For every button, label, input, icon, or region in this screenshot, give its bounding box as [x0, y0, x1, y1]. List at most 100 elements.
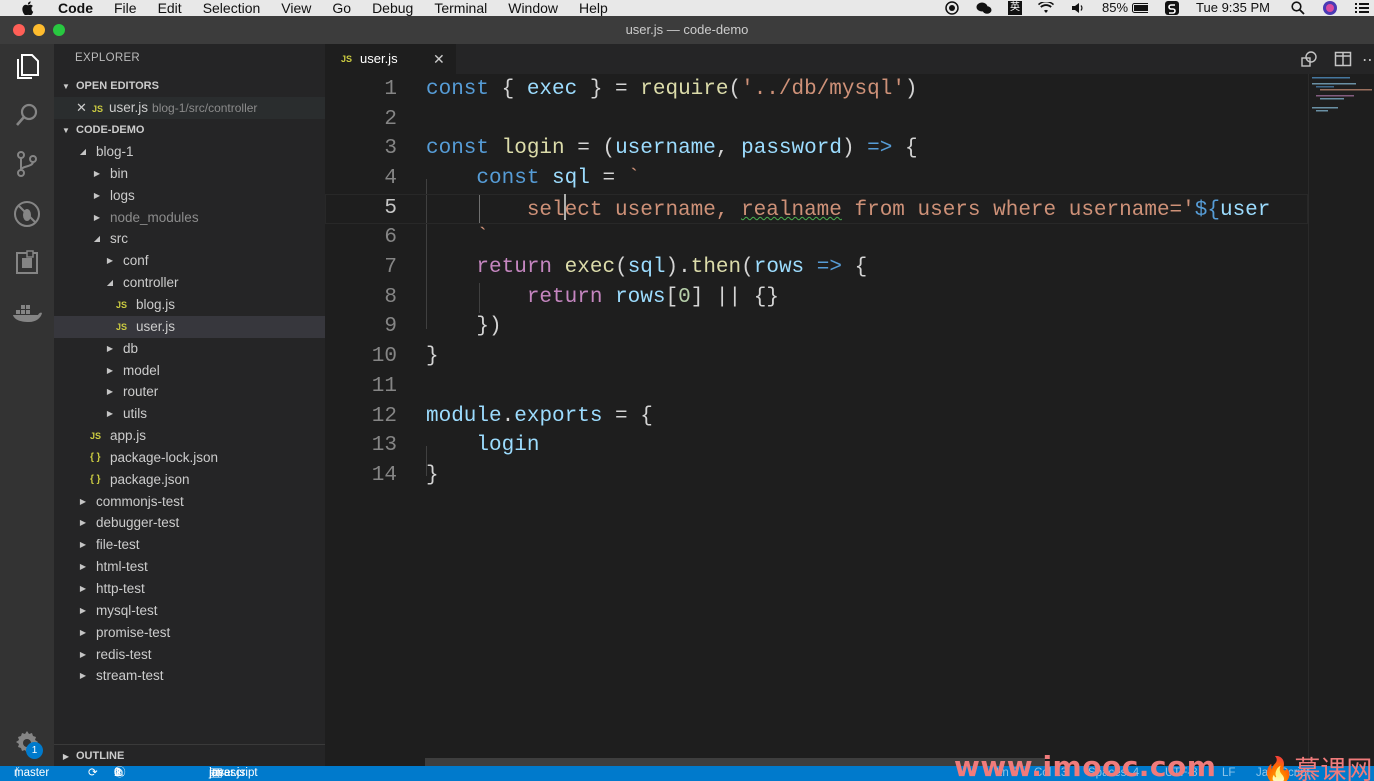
open-changes-icon[interactable]: [1300, 50, 1318, 73]
tab-user-js[interactable]: JS user.js ✕: [325, 44, 456, 74]
tree-item-user-js[interactable]: JS user.js: [54, 316, 325, 338]
tab-close-icon[interactable]: ✕: [433, 44, 445, 74]
code-token: const: [426, 78, 490, 101]
tree-item-controller[interactable]: ◢ controller: [54, 272, 325, 294]
end-of-line[interactable]: LF: [1222, 766, 1235, 781]
record-icon[interactable]: [944, 1, 960, 15]
tree-item-blog-js[interactable]: JS blog.js: [54, 294, 325, 316]
split-editor-icon[interactable]: [1334, 50, 1352, 73]
wechat-icon[interactable]: [976, 1, 992, 15]
line-code: `: [426, 223, 489, 253]
wifi-icon[interactable]: [1038, 1, 1055, 15]
code-demo-folder-header[interactable]: ▼ CODE-DEMO: [54, 119, 325, 141]
tree-item-commonjs-test[interactable]: ▶ commonjs-test: [54, 491, 325, 513]
line-number: 4: [384, 167, 397, 190]
search-icon[interactable]: [11, 99, 43, 131]
menu-file[interactable]: File: [114, 0, 137, 16]
menu-go[interactable]: Go: [332, 0, 351, 16]
tree-item-label: bin: [110, 166, 129, 181]
tree-item-utils[interactable]: ▶ utils: [54, 403, 325, 425]
menu-help[interactable]: Help: [579, 0, 608, 16]
tree-item-src[interactable]: ◢ src: [54, 228, 325, 250]
chevron-down-icon: ▼: [62, 126, 70, 135]
menu-terminal[interactable]: Terminal: [434, 0, 487, 16]
sync-icon[interactable]: ⟳: [88, 766, 98, 781]
tree-item-stream-test[interactable]: ▶ stream-test: [54, 665, 325, 687]
siri-icon[interactable]: [1322, 1, 1338, 15]
minimap[interactable]: [1308, 74, 1374, 766]
menu-window[interactable]: Window: [508, 0, 558, 16]
tree-item-label: html-test: [96, 559, 148, 574]
menubar-clock[interactable]: Tue 9:35 PM: [1196, 0, 1270, 16]
tree-item-node-modules[interactable]: ▶ node_modules: [54, 207, 325, 229]
code-token: ] || {}: [690, 286, 779, 309]
apple-icon[interactable]: [22, 0, 36, 16]
code-token: ${: [1194, 199, 1220, 222]
outline-header[interactable]: ▶ OUTLINE: [54, 744, 325, 766]
close-icon[interactable]: ✕: [76, 97, 92, 119]
debug-icon[interactable]: [11, 198, 43, 230]
tree-item-html-test[interactable]: ▶ html-test: [54, 556, 325, 578]
horizontal-scrollbar[interactable]: [425, 758, 1045, 766]
chevron-down-icon: ◢: [93, 234, 101, 243]
line-code: login: [426, 431, 539, 461]
line-code: return rows[0] || {}: [426, 283, 779, 313]
battery-icon[interactable]: [1132, 1, 1149, 15]
notification-center-icon[interactable]: [1354, 1, 1370, 15]
tree-item-package-lock-json[interactable]: { } package-lock.json: [54, 447, 325, 469]
tree-item-http-test[interactable]: ▶ http-test: [54, 578, 325, 600]
extensions-icon[interactable]: [11, 247, 43, 279]
tree-item-file-test[interactable]: ▶ file-test: [54, 534, 325, 556]
tree-item-db[interactable]: ▶ db: [54, 338, 325, 360]
open-editor-item-user-js[interactable]: ✕ JS user.js blog-1/src/controller: [54, 97, 325, 119]
chevron-right-icon: ▶: [106, 344, 114, 353]
explorer-icon[interactable]: [11, 50, 43, 82]
chevron-right-icon: ▶: [93, 213, 101, 222]
spelling-warning-token[interactable]: realname: [741, 199, 842, 222]
sogou-icon[interactable]: [1164, 1, 1180, 15]
code-editor[interactable]: 1 const { exec } = require('../db/mysql')…: [325, 74, 1308, 766]
code-line-9: 9 }): [325, 312, 1308, 342]
tree-item-app-js[interactable]: JS app.js: [54, 425, 325, 447]
window-titlebar[interactable]: user.js — code-demo: [0, 16, 1374, 44]
tree-item-model[interactable]: ▶ model: [54, 360, 325, 382]
docker-icon[interactable]: [11, 297, 43, 329]
json-file-icon: { }: [90, 452, 101, 463]
volume-icon[interactable]: [1070, 1, 1086, 15]
tree-item-bin[interactable]: ▶ bin: [54, 163, 325, 185]
spotlight-icon[interactable]: [1290, 1, 1306, 15]
code-token: {: [892, 137, 918, 160]
tree-item-label: commonjs-test: [96, 494, 184, 509]
code-token: login: [476, 434, 540, 457]
more-actions-icon[interactable]: ⋯: [1362, 50, 1374, 70]
json-file-icon: { }: [90, 474, 101, 485]
tree-item-package-json[interactable]: { } package.json: [54, 469, 325, 491]
code-line-12: 12 module.exports = {: [325, 402, 1308, 432]
open-editors-header[interactable]: ▼ OPEN EDITORS: [54, 75, 325, 97]
menu-debug[interactable]: Debug: [372, 0, 413, 16]
tree-item-redis-test[interactable]: ▶ redis-test: [54, 644, 325, 666]
tree-item-router[interactable]: ▶ router: [54, 381, 325, 403]
explorer-title: EXPLORER: [75, 52, 141, 64]
code-token: =: [589, 167, 628, 190]
menu-app-name[interactable]: Code: [58, 0, 93, 16]
menu-selection[interactable]: Selection: [203, 0, 261, 16]
tree-item-logs[interactable]: ▶ logs: [54, 185, 325, 207]
code-token: =>: [867, 137, 893, 160]
tree-item-debugger-test[interactable]: ▶ debugger-test: [54, 512, 325, 534]
tree-item-label: mysql-test: [96, 603, 158, 618]
tree-item-conf[interactable]: ▶ conf: [54, 250, 325, 272]
tree-item-blog-1[interactable]: ◢ blog-1: [54, 141, 325, 163]
tree-item-promise-test[interactable]: ▶ promise-test: [54, 622, 325, 644]
tree-item-mysql-test[interactable]: ▶ mysql-test: [54, 600, 325, 622]
menu-view[interactable]: View: [281, 0, 311, 16]
code-token: [: [665, 286, 679, 309]
menu-edit[interactable]: Edit: [158, 0, 182, 16]
battery-percent: 85%: [1102, 0, 1129, 15]
language-server-item[interactable]: ▤ javascript | ▤ user.js: [209, 766, 258, 781]
source-control-icon[interactable]: [11, 148, 43, 180]
line-number: 1: [384, 78, 397, 101]
input-method-icon[interactable]: 英: [1008, 1, 1023, 15]
